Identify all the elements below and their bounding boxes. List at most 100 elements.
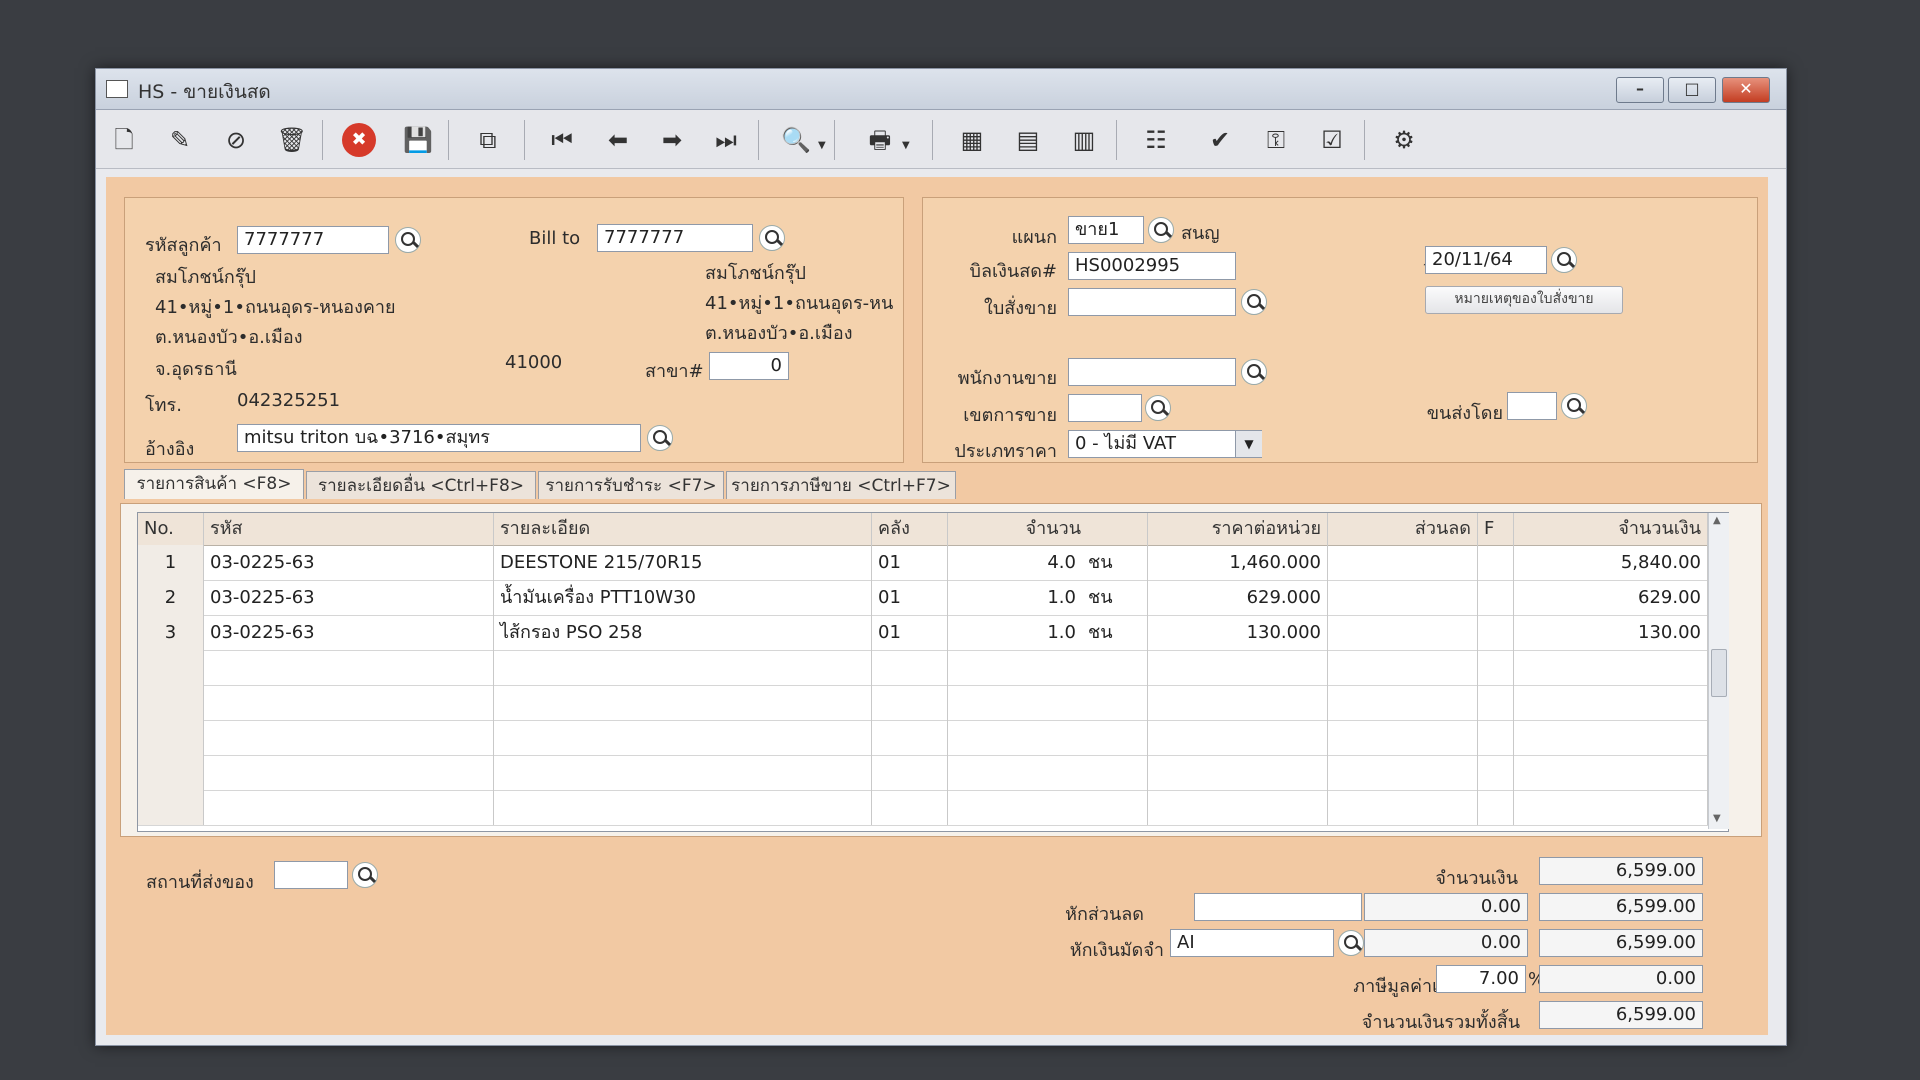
sales-area-search-icon[interactable]: [1145, 395, 1171, 421]
cell-price[interactable]: 1,460.000: [1148, 545, 1328, 580]
after-deposit-field[interactable]: 6,599.00: [1539, 929, 1703, 957]
cell-price[interactable]: [1148, 720, 1328, 755]
cell-unit[interactable]: ชน: [1082, 615, 1148, 650]
cell-f[interactable]: [1478, 755, 1514, 790]
cell-amount[interactable]: [1514, 685, 1708, 720]
tab-payments[interactable]: รายการรับชำระ <F7>: [538, 471, 724, 499]
cell-wh[interactable]: [872, 720, 948, 755]
cell-disc[interactable]: [1328, 685, 1478, 720]
key-icon[interactable]: ⚿: [1256, 120, 1296, 160]
cell-no[interactable]: [138, 720, 204, 755]
date-picker-icon[interactable]: [1551, 247, 1577, 273]
cell-desc[interactable]: ไส้กรอง PSO 258: [494, 615, 872, 650]
print-icon[interactable]: 🖶: [860, 120, 900, 160]
vat-rate-field[interactable]: 7.00: [1436, 965, 1526, 993]
salesman-field[interactable]: [1068, 358, 1236, 386]
cell-disc[interactable]: [1328, 580, 1478, 615]
approve-icon[interactable]: ✔: [1200, 120, 1240, 160]
cell-desc[interactable]: [494, 650, 872, 685]
header-description[interactable]: รายละเอียด: [494, 513, 872, 545]
edit-icon[interactable]: ✎: [160, 120, 200, 160]
cell-disc[interactable]: [1328, 790, 1478, 825]
cell-amount[interactable]: [1514, 790, 1708, 825]
maximize-button[interactable]: □: [1668, 77, 1716, 103]
tab-other-details[interactable]: รายละเอียดอื่น <Ctrl+F8>: [306, 471, 536, 499]
bill-number-field[interactable]: HS0002995: [1068, 252, 1236, 280]
cell-wh[interactable]: 01: [872, 545, 948, 580]
ok-icon[interactable]: ☑: [1312, 120, 1352, 160]
cell-code[interactable]: 03-0225-63: [204, 545, 494, 580]
delivery-place-search-icon[interactable]: [352, 862, 378, 888]
cell-price[interactable]: [1148, 755, 1328, 790]
cell-amount[interactable]: [1514, 650, 1708, 685]
cell-amount[interactable]: 629.00: [1514, 580, 1708, 615]
grand-total-field[interactable]: 6,599.00: [1539, 1001, 1703, 1029]
cell-desc[interactable]: [494, 720, 872, 755]
cell-qty[interactable]: [948, 650, 1082, 685]
cell-disc[interactable]: [1328, 545, 1478, 580]
shipping-field[interactable]: [1507, 392, 1557, 420]
department-field[interactable]: ขาย1: [1068, 216, 1144, 244]
cell-disc[interactable]: [1328, 720, 1478, 755]
cell-no[interactable]: [138, 790, 204, 825]
cell-code[interactable]: 03-0225-63: [204, 615, 494, 650]
cell-wh[interactable]: [872, 790, 948, 825]
salesman-search-icon[interactable]: [1241, 359, 1267, 385]
reference-search-icon[interactable]: [647, 425, 673, 451]
cancel-icon[interactable]: ✖: [342, 123, 376, 157]
department-search-icon[interactable]: [1148, 217, 1174, 243]
find-icon[interactable]: 🔍: [776, 120, 816, 160]
table-row[interactable]: 2 03-0225-63 น้ำมันเครื่อง PTT10W30 01 1.0 ชน…: [138, 580, 1708, 616]
cell-unit[interactable]: [1082, 790, 1148, 825]
cell-no[interactable]: [138, 685, 204, 720]
cell-qty[interactable]: [948, 720, 1082, 755]
cell-qty[interactable]: 1.0: [948, 580, 1082, 615]
table-row[interactable]: [138, 790, 1708, 826]
cell-unit[interactable]: [1082, 650, 1148, 685]
minimize-button[interactable]: –: [1616, 77, 1664, 103]
cell-f[interactable]: [1478, 545, 1514, 580]
save-icon[interactable]: 💾: [398, 120, 438, 160]
cell-disc[interactable]: [1328, 615, 1478, 650]
cell-desc[interactable]: [494, 790, 872, 825]
customer-search-icon[interactable]: [395, 227, 421, 253]
scroll-down-icon[interactable]: ▼: [1713, 813, 1721, 824]
cell-wh[interactable]: 01: [872, 580, 948, 615]
deposit-search-icon[interactable]: [1338, 930, 1364, 956]
cell-wh[interactable]: 01: [872, 615, 948, 650]
cell-amount[interactable]: 5,840.00: [1514, 545, 1708, 580]
cell-amount[interactable]: [1514, 755, 1708, 790]
cell-price[interactable]: 629.000: [1148, 580, 1328, 615]
close-button[interactable]: ✕: [1722, 77, 1770, 103]
cell-desc[interactable]: น้ำมันเครื่อง PTT10W30: [494, 580, 872, 615]
sales-order-search-icon[interactable]: [1241, 289, 1267, 315]
header-f[interactable]: F: [1478, 513, 1514, 545]
cell-code[interactable]: [204, 650, 494, 685]
cell-code[interactable]: [204, 685, 494, 720]
cell-no[interactable]: 2: [138, 580, 204, 615]
cell-code[interactable]: [204, 720, 494, 755]
vat-amount-field[interactable]: 0.00: [1539, 965, 1703, 993]
cell-amount[interactable]: [1514, 720, 1708, 755]
branch-field[interactable]: 0: [709, 352, 789, 380]
void-icon[interactable]: ⊘: [216, 120, 256, 160]
cell-qty[interactable]: [948, 755, 1082, 790]
sales-order-field[interactable]: [1068, 288, 1236, 316]
cell-f[interactable]: [1478, 720, 1514, 755]
header-unit-price[interactable]: ราคาต่อหน่วย: [1148, 513, 1328, 545]
settings-icon[interactable]: ⚙: [1384, 120, 1424, 160]
cell-unit[interactable]: [1082, 685, 1148, 720]
cell-desc[interactable]: [494, 755, 872, 790]
header-code[interactable]: รหัส: [204, 513, 494, 545]
cell-desc[interactable]: [494, 685, 872, 720]
cell-code[interactable]: [204, 790, 494, 825]
cell-desc[interactable]: DEESTONE 215/70R15: [494, 545, 872, 580]
customer-code-field[interactable]: 7777777: [237, 226, 389, 254]
new-icon[interactable]: 🗋: [104, 120, 144, 160]
cell-no[interactable]: [138, 650, 204, 685]
cell-unit[interactable]: [1082, 755, 1148, 790]
cell-wh[interactable]: [872, 755, 948, 790]
header-amount[interactable]: จำนวนเงิน: [1514, 513, 1708, 545]
cell-qty[interactable]: 1.0: [948, 615, 1082, 650]
sales-area-field[interactable]: [1068, 394, 1142, 422]
